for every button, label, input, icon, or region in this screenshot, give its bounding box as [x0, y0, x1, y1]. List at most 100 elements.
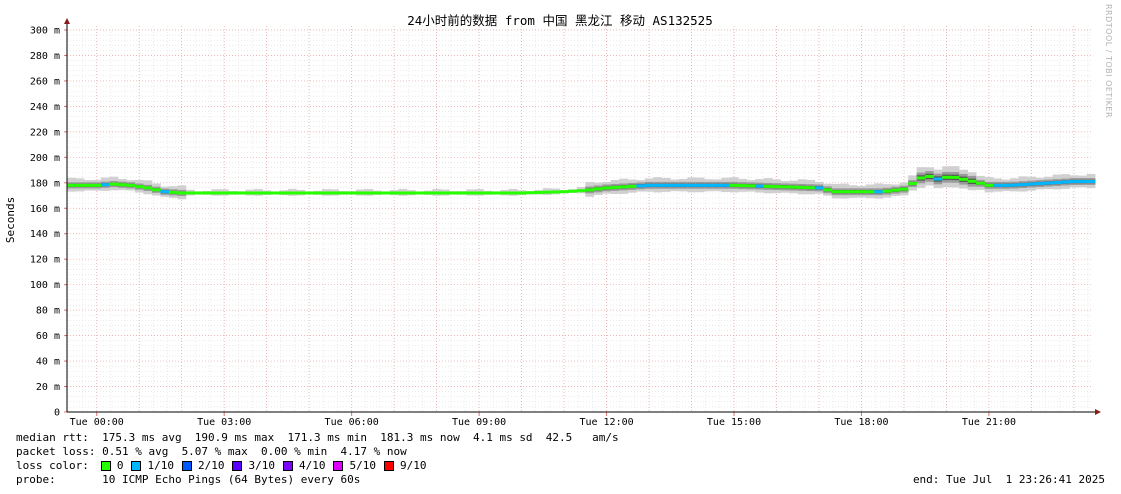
- median-line-segment: [219, 191, 229, 195]
- median-line-segment: [840, 190, 850, 194]
- median-line-segment: [636, 184, 646, 188]
- loss-color-text: 5/10: [349, 459, 376, 472]
- x-tick-label: Tue 15:00: [707, 417, 761, 428]
- median-line-segment: [491, 191, 501, 195]
- loss-color-swatch: [131, 460, 142, 471]
- chart-plot: 0 20 m 40 m 60 m 80 m 100 m 120 m 140 m 160 m 180…: [4, 13, 1101, 428]
- median-line-segment: [1018, 183, 1028, 187]
- packet-loss-stats: packet loss: 0.51 % avg 5.07 % max 0.00 …: [16, 445, 407, 458]
- median-line-segment: [457, 191, 467, 195]
- median-line-segment: [253, 191, 263, 195]
- y-tick-label: 200 m: [30, 153, 60, 164]
- median-line-segment: [857, 190, 867, 194]
- loss-color-text: 3/10: [248, 459, 275, 472]
- median-line-segment: [874, 190, 884, 194]
- loss-color-legend: loss color: 0 1/10 2/10 3/10 4/10 5/10 9/10: [16, 459, 434, 472]
- median-line-segment: [1010, 183, 1019, 187]
- loss-color-item: 5/10: [333, 459, 376, 472]
- y-tick-label: 40 m: [36, 357, 60, 368]
- median-line-segment: [75, 183, 85, 187]
- median-line-segment: [1044, 181, 1053, 185]
- loss-color-item: 0: [100, 459, 123, 472]
- median-line-segment: [296, 191, 306, 195]
- median-line-segment: [321, 191, 331, 195]
- median-line-segment: [313, 191, 323, 195]
- loss-color-item: 3/10: [232, 459, 275, 472]
- loss-color-text: 9/10: [399, 459, 427, 472]
- y-tick-label: 0: [54, 408, 60, 419]
- median-line-segment: [933, 177, 943, 181]
- median-line-segment: [687, 183, 697, 187]
- median-line-segment: [406, 191, 416, 195]
- y-tick-label: 160 m: [30, 204, 60, 215]
- median-line-segment: [423, 191, 433, 195]
- x-tick-label: Tue 18:00: [834, 417, 888, 428]
- median-line-segment: [814, 186, 824, 190]
- x-axis-arrow: [1095, 409, 1101, 415]
- loss-color-text: 1/10: [147, 459, 174, 472]
- median-line-segment: [1069, 180, 1079, 184]
- median-line-segment: [627, 184, 637, 188]
- median-line-segment: [542, 190, 552, 194]
- end-time: end: Tue Jul 1 23:26:41 2025: [912, 473, 1105, 486]
- median-line-segment: [398, 191, 408, 195]
- median-line-segment: [763, 184, 773, 188]
- median-line-segment: [1001, 183, 1011, 187]
- median-line-segment: [364, 191, 374, 195]
- loss-color-swatch: [333, 460, 344, 471]
- median-line-segment: [568, 189, 578, 193]
- y-tick-label: 120 m: [30, 255, 60, 266]
- median-line-segment: [270, 191, 280, 195]
- median-line-segment: [508, 191, 518, 195]
- median-line-segment: [372, 191, 382, 195]
- median-line-segment: [143, 186, 153, 190]
- median-line-segment: [950, 175, 960, 179]
- median-line-segment: [160, 190, 170, 194]
- median-line-segment: [797, 185, 807, 189]
- median-line-segment: [109, 182, 119, 186]
- median-line-segment: [882, 189, 892, 193]
- median-line-segment: [449, 191, 459, 195]
- median-rtt-stats: median rtt: 175.3 ms avg 190.9 ms max 17…: [16, 431, 619, 444]
- median-line-segment: [534, 190, 544, 194]
- y-axis-label: Seconds: [4, 197, 17, 243]
- loss-color-item: 1/10: [131, 459, 174, 472]
- median-line-segment: [644, 183, 654, 187]
- median-line-segment: [593, 187, 603, 191]
- median-line-segment: [967, 179, 977, 183]
- median-line-segment: [330, 191, 340, 195]
- y-tick-label: 20 m: [36, 382, 60, 393]
- median-line-segment: [670, 183, 680, 187]
- median-line-segment: [712, 183, 722, 187]
- median-line-segment: [865, 190, 875, 194]
- y-axis-arrow: [64, 18, 70, 24]
- median-line-segment: [1027, 182, 1036, 186]
- chart-title: 24小时前的数据 from 中国 黑龙江 移动 AS132525: [407, 13, 713, 28]
- median-line-segment: [891, 188, 900, 192]
- median-line-segment: [661, 183, 671, 187]
- median-line-segment: [381, 191, 391, 195]
- median-line-segment: [177, 191, 187, 195]
- median-line-segment: [942, 175, 951, 179]
- loss-color-swatch: [383, 460, 394, 471]
- median-line-segment: [483, 191, 493, 195]
- median-line-segment: [678, 183, 688, 187]
- loss-color-item: 9/10: [383, 459, 427, 472]
- median-line-segment: [789, 185, 799, 189]
- median-line-segment: [517, 191, 527, 195]
- loss-color-items: 0 1/10 2/10 3/10 4/10 5/10 9/10: [100, 459, 435, 472]
- median-line-segment: [262, 191, 272, 195]
- median-line-segment: [432, 191, 442, 195]
- loss-color-text: 4/10: [298, 459, 326, 472]
- median-line-segment: [619, 185, 629, 189]
- median-line-segment: [848, 190, 858, 194]
- loss-color-swatch: [282, 460, 293, 471]
- median-line-segment: [134, 185, 144, 189]
- median-line-segment: [338, 191, 348, 195]
- median-line-segment: [279, 191, 289, 195]
- median-line-segment: [67, 183, 76, 187]
- y-tick-label: 260 m: [30, 76, 60, 87]
- median-line-segment: [347, 191, 357, 195]
- y-tick-label: 220 m: [30, 127, 60, 138]
- median-line-segment: [83, 183, 93, 187]
